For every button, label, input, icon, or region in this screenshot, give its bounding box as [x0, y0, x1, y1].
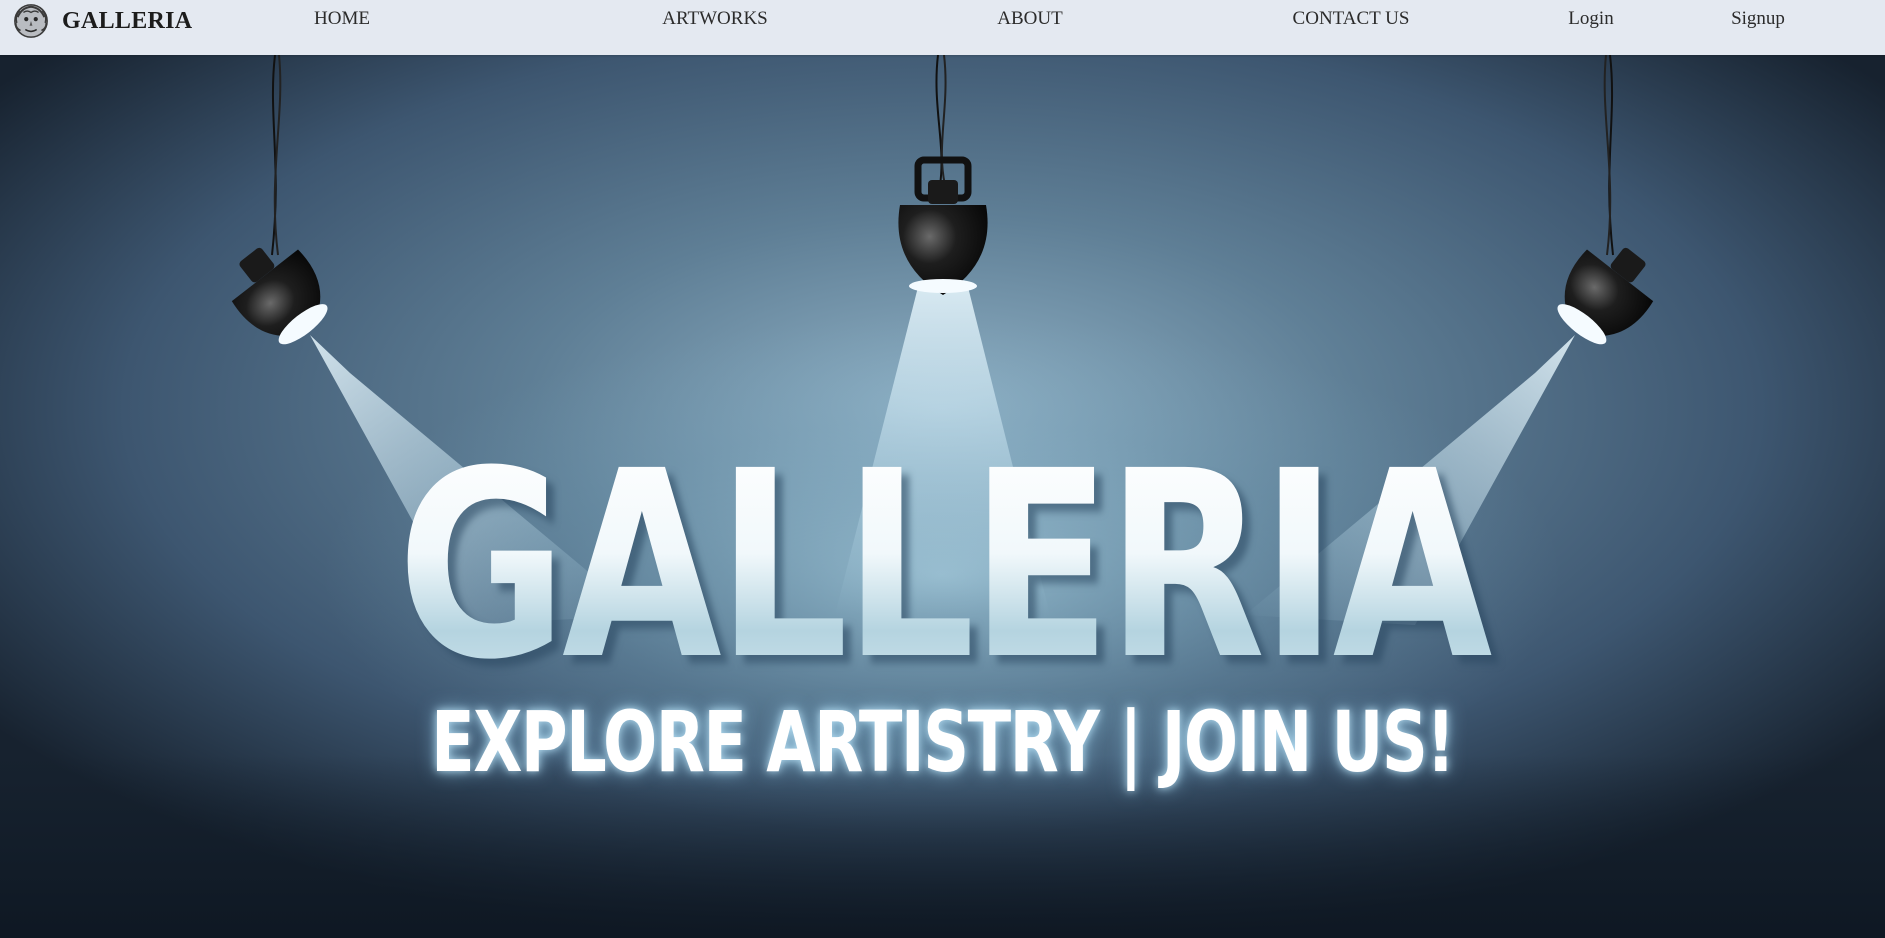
brand-home-link[interactable]: GALLERIA: [12, 0, 192, 42]
hero-title: GALLERIA: [189, 437, 1697, 695]
nav-about-link[interactable]: ABOUT: [997, 8, 1062, 30]
nav-signup-link[interactable]: Signup: [1731, 8, 1785, 30]
brand-name: GALLERIA: [62, 7, 193, 34]
top-navbar: GALLERIA HOME ARTWORKS ABOUT CONTACT US …: [0, 0, 1885, 55]
hero-banner: GALLERIA EXPLORE ARTISTRY | JOIN US!: [0, 55, 1885, 938]
nav-home-link[interactable]: HOME: [314, 8, 370, 30]
nav-contact-link[interactable]: CONTACT US: [1293, 8, 1410, 30]
medusa-head-icon: [14, 4, 48, 38]
hero-subtitle: EXPLORE ARTISTRY | JOIN US!: [431, 693, 1455, 791]
nav-login-link[interactable]: Login: [1568, 8, 1613, 30]
nav-artworks-link[interactable]: ARTWORKS: [662, 8, 767, 30]
